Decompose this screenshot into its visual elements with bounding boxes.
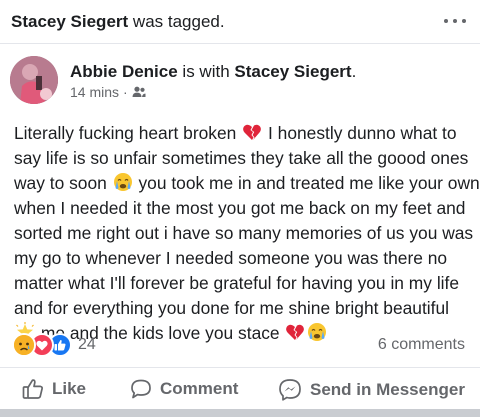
post-line: sorted me right out i have so many memor…	[14, 221, 476, 246]
tag-notification-header: Stacey Siegert was tagged.	[0, 0, 480, 44]
post-text-segment: sorted me right out i have so many memor…	[14, 223, 474, 243]
post-line: matter what I'll forever be grateful for…	[14, 271, 476, 296]
broken-heart-icon	[243, 124, 262, 140]
author-avatar[interactable]	[10, 56, 58, 104]
with-period: .	[351, 62, 357, 81]
post-timestamp[interactable]: 14 mins	[70, 84, 119, 100]
like-button-label: Like	[52, 379, 87, 398]
more-dot	[462, 19, 466, 23]
post-text-segment: I honestly dunno what to	[263, 123, 457, 143]
send-in-messenger-label: Send in Messenger	[310, 380, 465, 399]
tag-suffix: was tagged.	[128, 12, 225, 31]
post-line: my go to whenever I needed someone you w…	[14, 246, 476, 271]
post-line: Literally fucking heart broken I honestl…	[14, 121, 476, 146]
author-name-link[interactable]: Abbie Denice	[70, 62, 178, 81]
post-author-line: Abbie Denice is with Stacey Siegert.	[70, 62, 356, 82]
crying-face-icon	[113, 173, 132, 191]
comment-icon	[131, 379, 151, 399]
with-text: is with	[177, 62, 235, 81]
broken-heart-icon	[286, 324, 305, 340]
comment-button-label: Comment	[160, 379, 239, 398]
post-text-segment: and for everything you done for me shine…	[14, 298, 450, 318]
post-text: Literally fucking heart broken I honestl…	[14, 121, 480, 346]
reaction-count: 24	[78, 336, 96, 353]
more-dot	[453, 19, 457, 23]
messenger-icon	[279, 379, 301, 401]
post-text-segment: way to soon	[14, 173, 112, 193]
crying-face-icon	[308, 323, 327, 341]
post-text-segment: my go to whenever I needed someone you w…	[14, 248, 448, 268]
thumbs-up-icon	[22, 379, 43, 399]
post-text-segment: matter what I'll forever be grateful for…	[14, 273, 460, 293]
post-line: say life is so unfair sometimes they tak…	[14, 146, 476, 171]
post-line: and for everything you done for me shine…	[14, 296, 476, 321]
send-in-messenger-button[interactable]: Send in Messenger	[278, 378, 465, 402]
post-line: way to soon you took me in and treated m…	[14, 171, 480, 196]
post-text-segment: Literally fucking heart broken	[14, 123, 242, 143]
more-options-button[interactable]	[444, 9, 466, 33]
post-text-segment: when I needed it the most you got me bac…	[14, 198, 466, 218]
post-text-segment: say life is so unfair sometimes they tak…	[14, 148, 469, 168]
tagged-friend-link[interactable]: Stacey Siegert	[234, 62, 351, 81]
post-text-segment: you took me in and treated me like your …	[133, 173, 480, 193]
sad-reaction-icon	[12, 333, 36, 357]
tag-text: Stacey Siegert was tagged.	[11, 12, 225, 32]
like-button[interactable]: Like	[22, 378, 86, 400]
meta-separator: ·	[123, 84, 128, 100]
post-line: when I needed it the most you got me bac…	[14, 196, 476, 221]
comments-count-link[interactable]: 6 comments	[378, 336, 465, 354]
feed-separator	[0, 409, 480, 417]
tagged-user-link[interactable]: Stacey Siegert	[11, 12, 128, 31]
comment-button[interactable]: Comment	[130, 378, 238, 400]
avatar-image	[10, 56, 58, 104]
friends-icon	[132, 86, 146, 97]
reactions-summary[interactable]: 24	[12, 333, 96, 357]
post-action-bar: Like Comment Send in Messenger	[0, 367, 480, 409]
more-dot	[444, 19, 448, 23]
post-meta: 14 mins ·	[70, 84, 146, 100]
